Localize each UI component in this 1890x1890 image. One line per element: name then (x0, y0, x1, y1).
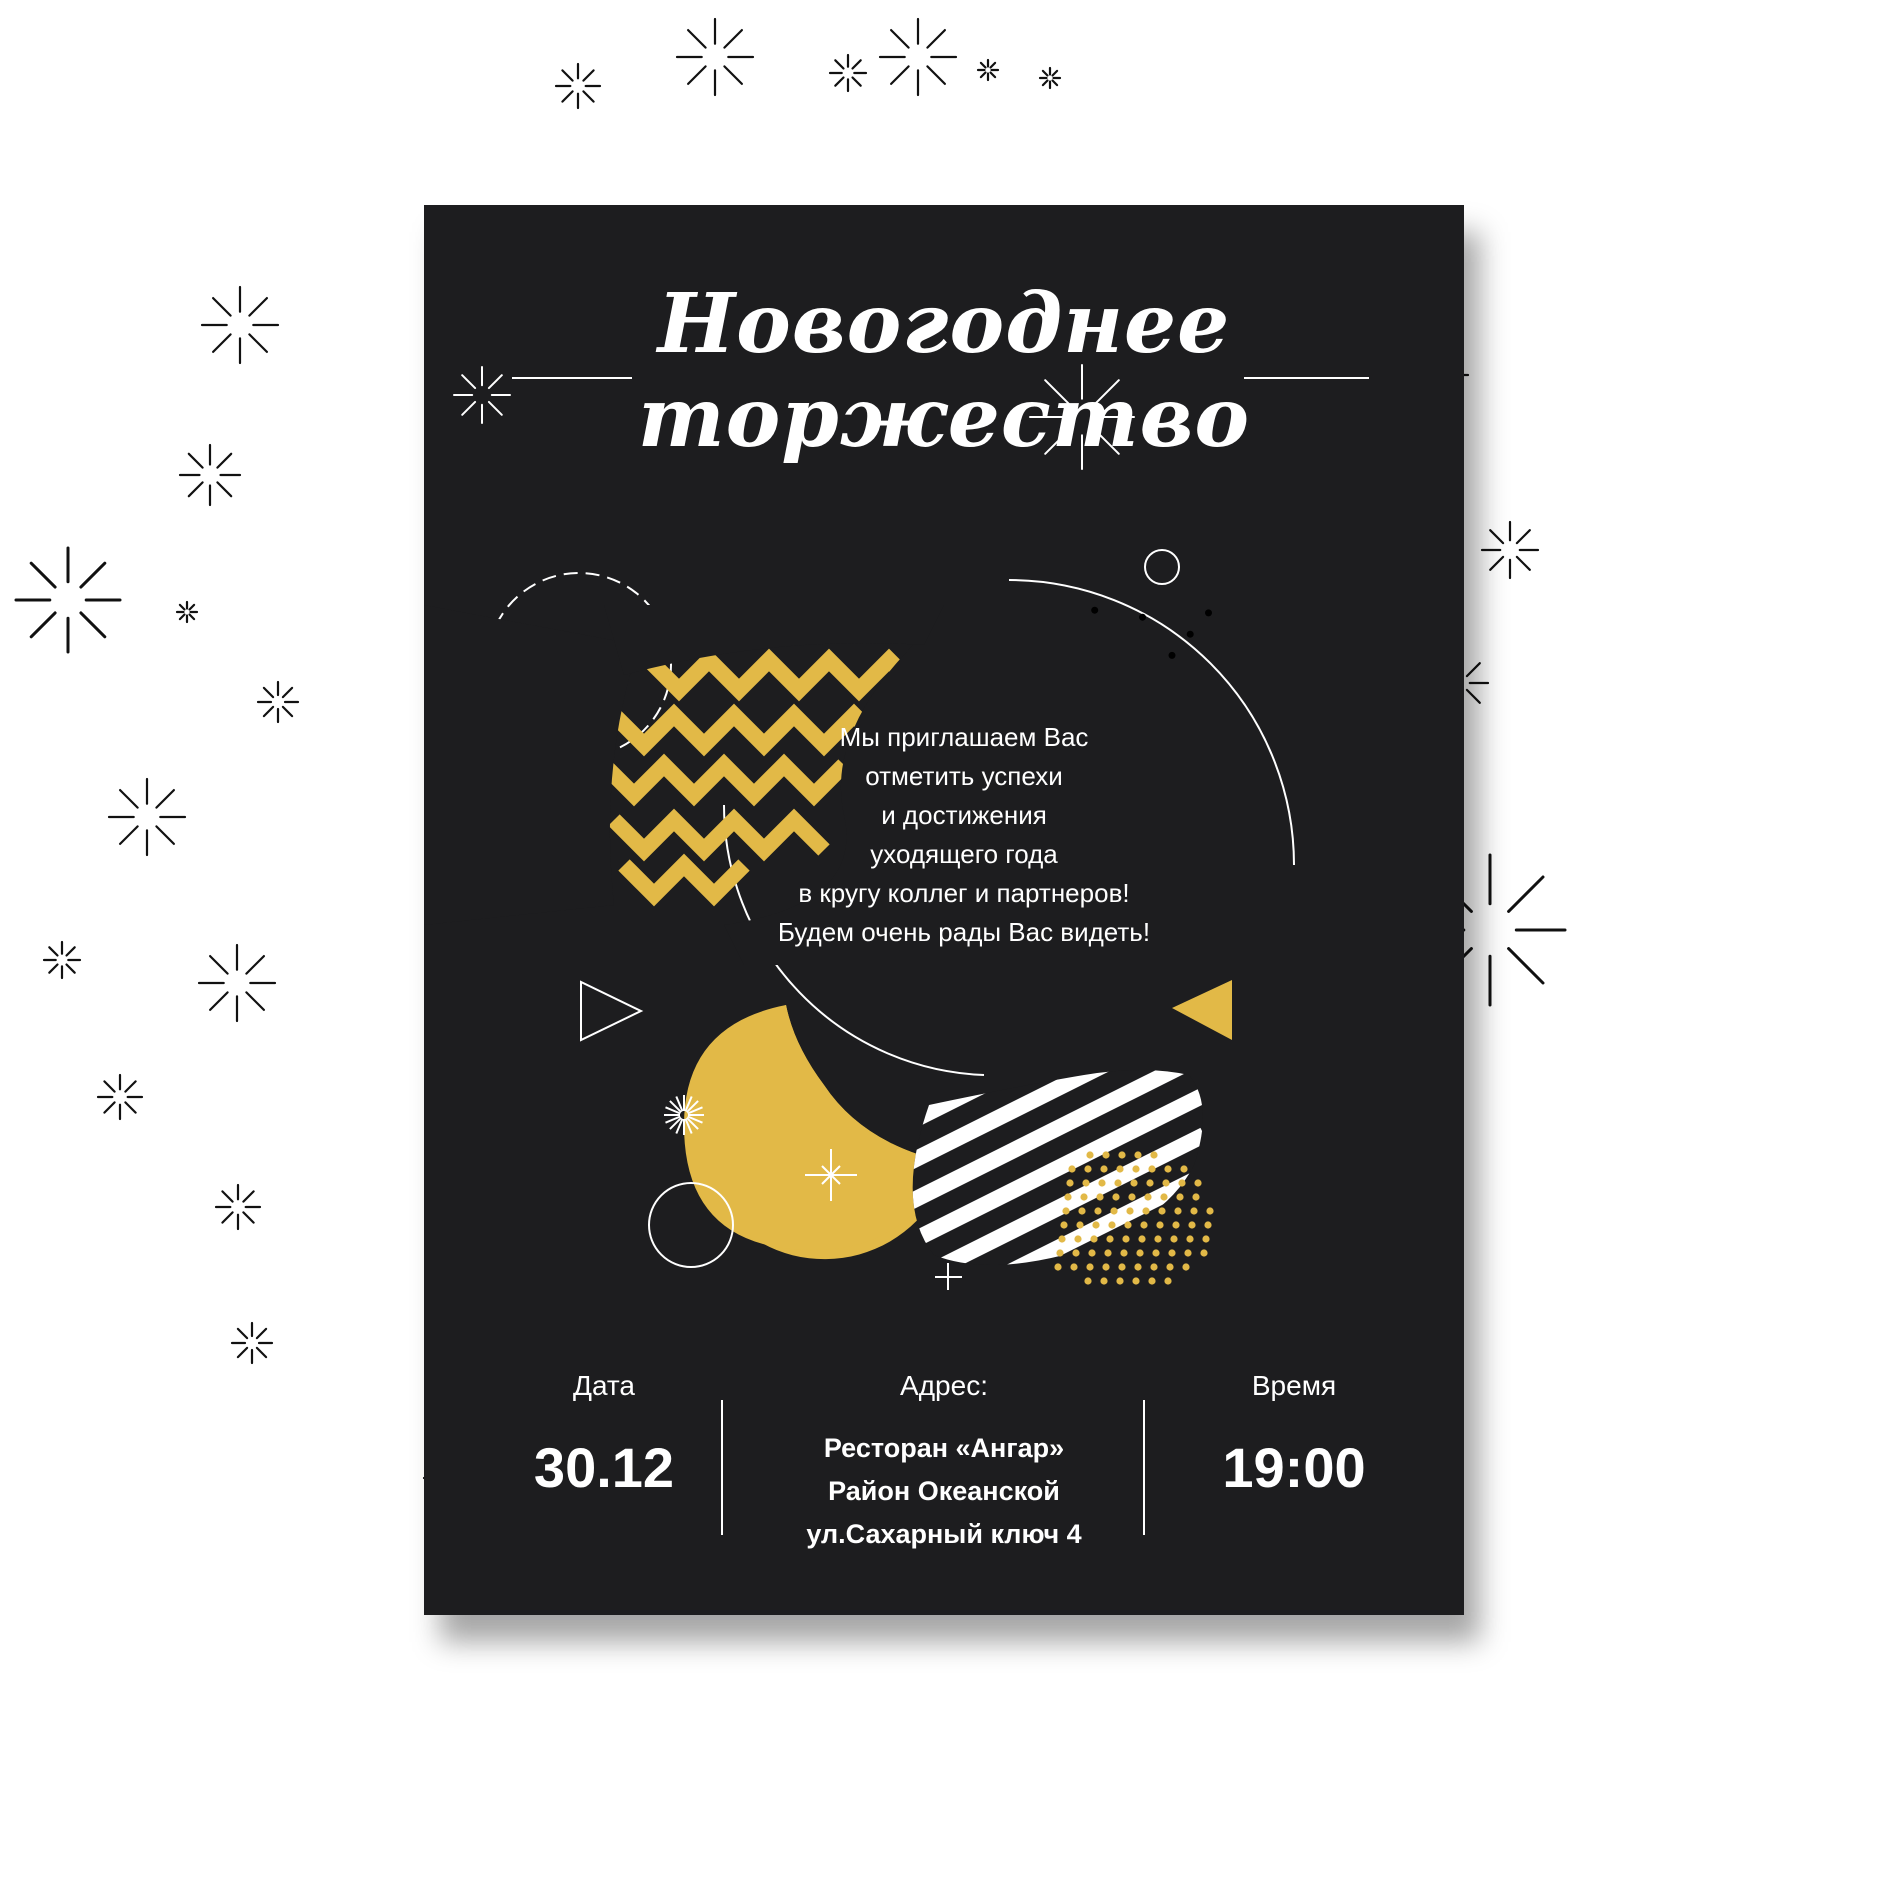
sparkle-icon (14, 546, 122, 654)
address-label: Адрес: (900, 1370, 988, 1401)
address-value: Ресторан «Ангар» Район Океанской ул.Саха… (744, 1427, 1144, 1556)
time-label: Время (1251, 1370, 1337, 1401)
message-line: Мы приглашаем Вас (839, 722, 1089, 752)
burst-icon (664, 1095, 704, 1135)
outline-ring (648, 1182, 734, 1268)
message-line: Будем очень рады Вас видеть! (777, 917, 1151, 947)
gold-half-circle-fill (684, 1005, 950, 1251)
message-line: и достижения (881, 800, 1047, 830)
title-line-1: Новогоднее (657, 276, 1231, 372)
message-line: отметить успехи (865, 761, 1063, 791)
sparkle-icon (1480, 520, 1540, 580)
date-label: Дата (572, 1370, 635, 1401)
sparkle-icon (214, 1183, 262, 1231)
outline-triangle (580, 980, 644, 1042)
sparkle-icon (230, 1321, 274, 1365)
gold-triangle (1172, 980, 1232, 1040)
sparkle-icon (107, 777, 187, 857)
message-line: в кругу коллег и партнеров! (798, 878, 1130, 908)
sparkle-icon (976, 58, 1000, 82)
address-line: Район Океанской (828, 1476, 1060, 1506)
date-value: 30.12 (533, 1436, 675, 1499)
sparkle-icon (42, 940, 82, 980)
address-line: Ресторан «Ангар» (823, 1433, 1065, 1463)
sparkle-icon (200, 285, 280, 365)
sparkle-icon (878, 17, 958, 97)
message-line: уходящего года (870, 839, 1058, 869)
time-value: 19:00 (1222, 1436, 1366, 1499)
invitation-message: Мы приглашаем Вас отметить успехи и дост… (764, 718, 1164, 952)
sparkle-icon (178, 443, 242, 507)
zigzag-mask-left (424, 605, 639, 925)
sparkle-icon (828, 53, 868, 93)
title-line-2: торжество (637, 370, 1251, 466)
address-line: ул.Сахарный ключ 4 (806, 1519, 1082, 1549)
sparkle-icon (1038, 66, 1062, 90)
small-ring (1144, 549, 1180, 585)
dark-dot-cluster (1091, 606, 1212, 659)
sparkle-icon (675, 17, 755, 97)
sparkle-icon (256, 680, 300, 724)
sparkle-icon (175, 600, 199, 624)
invitation-card: Новогоднее торжество Мы приглашаем Вас о… (424, 205, 1464, 1615)
plus-icon (935, 1263, 962, 1290)
sparkle-icon (197, 943, 277, 1023)
sparkle-icon (554, 62, 602, 110)
sparkle-icon (96, 1073, 144, 1121)
